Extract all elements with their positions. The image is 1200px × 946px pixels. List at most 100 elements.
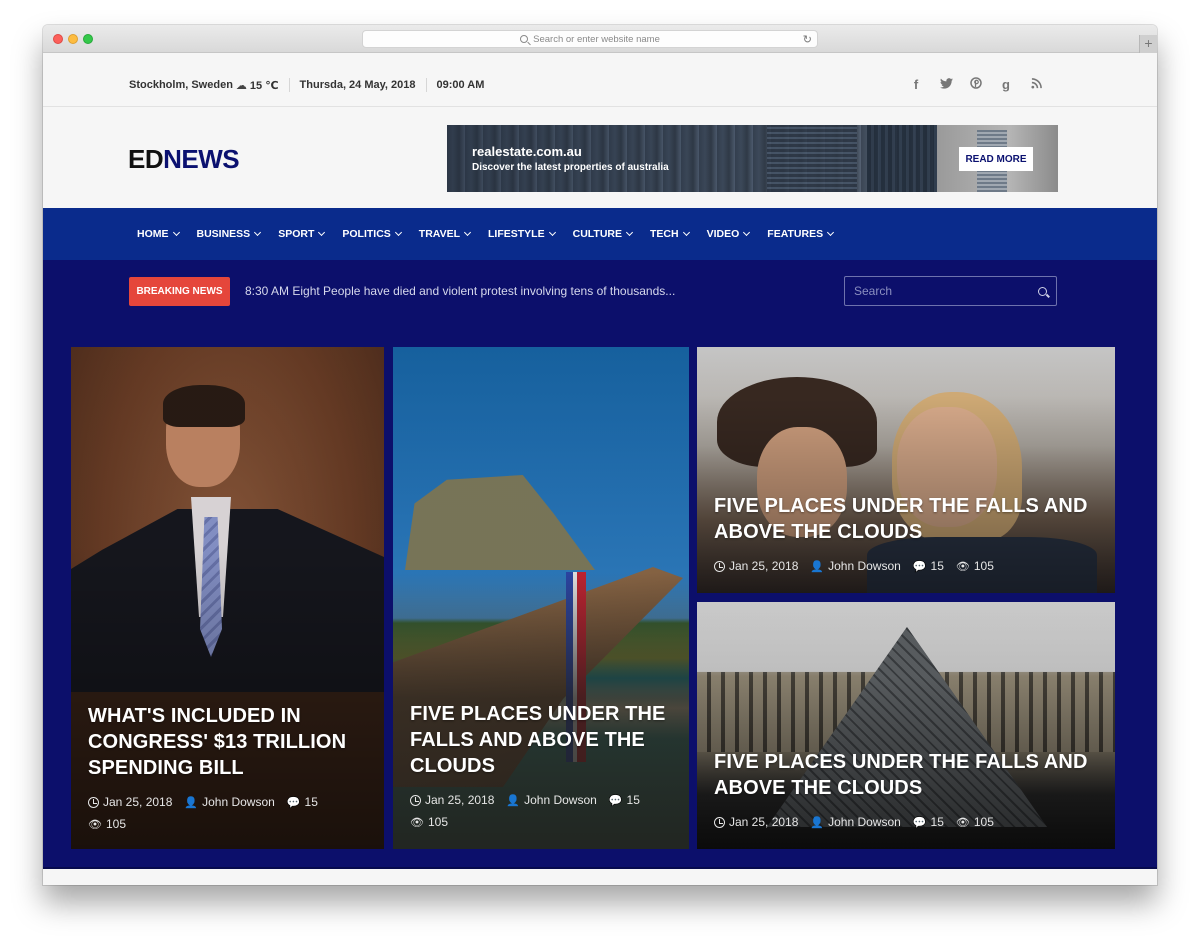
nav-item-video[interactable]: VIDEO <box>706 228 751 240</box>
address-bar-placeholder: Search or enter website name <box>533 33 660 45</box>
location-text: Stockholm, Sweden <box>129 79 233 91</box>
nav-label: SPORT <box>278 228 315 240</box>
facebook-icon[interactable]: f <box>901 77 931 92</box>
nav-item-sport[interactable]: SPORT <box>278 228 326 240</box>
divider <box>288 78 290 92</box>
nav-item-tech[interactable]: TECH <box>650 228 690 240</box>
main-navigation: HOME BUSINESS SPORT POLITICS TRAVEL LIFE… <box>43 208 1157 260</box>
nav-item-home[interactable]: HOME <box>137 228 180 240</box>
site-header: EDNEWS realestate.com.au Discover the la… <box>43 108 1157 208</box>
comment-count: 15 <box>930 559 944 573</box>
time-text: 09:00 AM <box>436 79 485 91</box>
search-input[interactable] <box>854 284 1038 298</box>
social-links: f g <box>901 77 1051 92</box>
view-count: 105 <box>427 815 448 829</box>
cloud-icon: ☁ <box>235 79 247 92</box>
browser-window: Search or enter website name ↻ + Stockho… <box>43 25 1157 885</box>
user-icon: 👤 <box>184 796 199 809</box>
comment-icon: 💬 <box>912 816 927 829</box>
nav-label: HOME <box>137 228 169 240</box>
nav-label: FEATURES <box>767 228 824 240</box>
clock-icon <box>88 796 99 808</box>
pinterest-icon[interactable] <box>961 77 991 92</box>
comment-count: 15 <box>304 795 318 809</box>
article-meta: Jan 25, 2018 👤 John Dowson 💬 15 👁 105 <box>410 793 672 829</box>
ad-domain: realestate.com.au <box>472 144 582 159</box>
article-title[interactable]: FIVE PLACES UNDER THE FALLS AND ABOVE TH… <box>714 493 1098 545</box>
address-bar[interactable]: Search or enter website name ↻ <box>362 30 818 48</box>
featured-article-card[interactable]: FIVE PLACES UNDER THE FALLS AND ABOVE TH… <box>393 347 689 849</box>
chevron-down-icon <box>625 228 634 237</box>
read-more-button[interactable]: READ MORE <box>959 147 1033 171</box>
chevron-down-icon <box>172 228 180 237</box>
google-plus-icon[interactable]: g <box>991 77 1021 92</box>
new-tab-button[interactable]: + <box>1139 35 1157 53</box>
article-author[interactable]: John Dowson <box>202 795 275 809</box>
site-logo[interactable]: EDNEWS <box>128 144 240 175</box>
eye-icon: 👁 <box>88 818 102 831</box>
footer-strip <box>43 867 1157 885</box>
featured-article-card[interactable]: WHAT'S INCLUDED IN CONGRESS' $13 TRILLIO… <box>71 347 384 849</box>
article-title[interactable]: FIVE PLACES UNDER THE FALLS AND ABOVE TH… <box>410 701 672 779</box>
nav-item-travel[interactable]: TRAVEL <box>418 228 472 240</box>
chevron-down-icon <box>254 228 262 237</box>
article-date: Jan 25, 2018 <box>729 559 799 573</box>
chevron-down-icon <box>394 228 402 237</box>
nav-label: BUSINESS <box>196 228 251 240</box>
breaking-news-ticker[interactable]: 8:30 AM Eight People have died and viole… <box>245 284 675 298</box>
building-image <box>767 125 857 192</box>
comment-icon: 💬 <box>286 796 301 809</box>
nav-label: TRAVEL <box>418 228 461 240</box>
close-window-button[interactable] <box>53 34 63 44</box>
comment-count: 15 <box>626 793 640 807</box>
featured-article-card[interactable]: FIVE PLACES UNDER THE FALLS AND ABOVE TH… <box>697 347 1115 593</box>
search-box[interactable] <box>844 276 1057 306</box>
article-date: Jan 25, 2018 <box>425 793 495 807</box>
search-icon <box>520 35 529 43</box>
logo-news: NEWS <box>163 144 240 174</box>
main-content: BREAKING NEWS 8:30 AM Eight People have … <box>43 260 1157 867</box>
article-author[interactable]: John Dowson <box>828 815 901 829</box>
building-image <box>867 125 937 192</box>
user-icon: 👤 <box>810 816 825 829</box>
maximize-window-button[interactable] <box>83 34 93 44</box>
nav-item-business[interactable]: BUSINESS <box>196 228 262 240</box>
comment-icon: 💬 <box>608 794 623 807</box>
browser-titlebar: Search or enter website name ↻ + <box>43 25 1157 53</box>
chevron-down-icon <box>682 228 690 237</box>
article-title[interactable]: WHAT'S INCLUDED IN CONGRESS' $13 TRILLIO… <box>88 703 367 781</box>
clock-icon <box>410 794 421 806</box>
chevron-down-icon <box>318 228 326 237</box>
article-title[interactable]: FIVE PLACES UNDER THE FALLS AND ABOVE TH… <box>714 749 1098 801</box>
rss-icon[interactable] <box>1021 77 1051 92</box>
twitter-icon[interactable] <box>931 77 961 92</box>
eye-icon: 👁 <box>955 816 970 829</box>
search-icon[interactable] <box>1038 286 1047 296</box>
nav-item-features[interactable]: FEATURES <box>767 228 835 240</box>
article-meta: Jan 25, 2018 👤 John Dowson 💬 15 👁 105 <box>88 795 367 831</box>
view-count: 105 <box>973 559 994 573</box>
nav-label: VIDEO <box>706 228 740 240</box>
nav-item-culture[interactable]: CULTURE <box>572 228 634 240</box>
article-date: Jan 25, 2018 <box>729 815 799 829</box>
chevron-down-icon <box>827 228 835 237</box>
nav-item-politics[interactable]: POLITICS <box>342 228 402 240</box>
view-count: 105 <box>105 817 126 831</box>
ad-tagline: Discover the latest properties of austra… <box>472 162 669 173</box>
comment-count: 15 <box>930 815 944 829</box>
chevron-down-icon <box>463 228 472 237</box>
article-author[interactable]: John Dowson <box>524 793 597 807</box>
nav-label: POLITICS <box>342 228 391 240</box>
nav-item-lifestyle[interactable]: LIFESTYLE <box>488 228 556 240</box>
article-author[interactable]: John Dowson <box>828 559 901 573</box>
nav-label: CULTURE <box>572 228 622 240</box>
advertisement-banner[interactable]: realestate.com.au Discover the latest pr… <box>447 125 1058 192</box>
chevron-down-icon <box>548 228 556 237</box>
eye-icon: 👁 <box>410 816 424 829</box>
nav-label: TECH <box>650 228 679 240</box>
user-icon: 👤 <box>810 560 825 573</box>
minimize-window-button[interactable] <box>68 34 78 44</box>
comment-icon: 💬 <box>912 560 927 573</box>
featured-article-card[interactable]: FIVE PLACES UNDER THE FALLS AND ABOVE TH… <box>697 602 1115 849</box>
reload-icon[interactable]: ↻ <box>803 33 812 46</box>
